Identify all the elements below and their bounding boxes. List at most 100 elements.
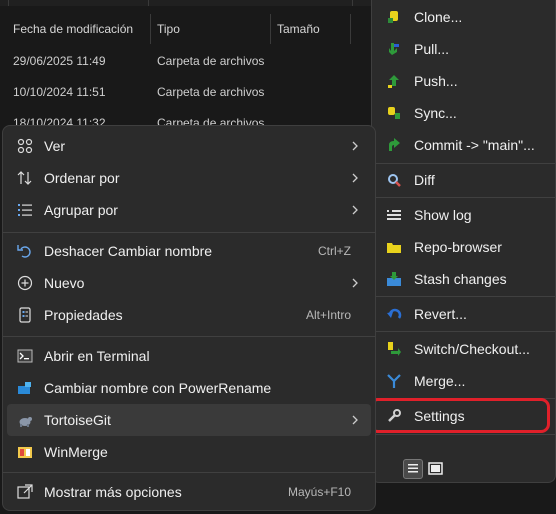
sort-icon [17, 171, 32, 185]
submenu-item-label: Merge... [414, 373, 466, 389]
push-icon [388, 75, 399, 88]
submenu-item-label: Clone... [414, 9, 463, 25]
table-row[interactable]: 10/10/2024 11:51 Carpeta de archivos [0, 81, 390, 103]
submenu-item-label: Settings [414, 408, 465, 424]
menu-item-label: Nuevo [44, 275, 85, 291]
pull-icon [389, 43, 399, 55]
column-headers: Fecha de modificación Tipo Tamaño [0, 14, 390, 44]
submenu-item-commit[interactable]: Commit -> "main"... [376, 129, 552, 161]
chevron-right-icon [352, 141, 358, 151]
sync-icon [388, 107, 400, 119]
submenu-item-label: Diff [414, 172, 435, 188]
menu-item-winmerge[interactable]: WinMerge [7, 436, 371, 468]
menu-item-abrir-terminal[interactable]: Abrir en Terminal [7, 340, 371, 372]
chevron-right-icon [352, 173, 358, 183]
chevron-right-icon [352, 415, 358, 425]
properties-icon [19, 307, 31, 323]
column-header-type[interactable]: Tipo [151, 14, 271, 44]
chevron-right-icon [352, 278, 358, 288]
menu-item-mostrar-mas-opciones[interactable]: Mostrar más opciones Mayús+F10 [7, 476, 371, 508]
submenu-separator [372, 331, 555, 332]
submenu-item-switch[interactable]: Switch/Checkout... [376, 333, 552, 365]
menu-item-label: Abrir en Terminal [44, 348, 150, 364]
group-icon [18, 204, 32, 216]
context-menu: Ver Ordenar por Agrupar por Deshacer Cam… [2, 125, 376, 511]
menu-item-shortcut: Mayús+F10 [287, 485, 351, 499]
submenu-item-label: Push... [414, 73, 458, 89]
submenu-item-label: Pull... [414, 41, 450, 57]
tiles-view-button[interactable] [426, 459, 446, 479]
menu-separator [3, 232, 375, 233]
revert-icon [387, 308, 402, 319]
row-type: Carpeta de archivos [157, 85, 265, 99]
view-toggle-group [403, 459, 447, 479]
menu-item-shortcut: Ctrl+Z [318, 244, 351, 258]
table-row[interactable]: 29/06/2025 11:49 Carpeta de archivos [0, 50, 390, 72]
menu-item-nuevo[interactable]: Nuevo [7, 267, 371, 299]
submenu-item-label: Stash changes [414, 271, 507, 287]
row-date: 10/10/2024 11:51 [13, 85, 106, 99]
submenu-item-push[interactable]: Push... [376, 65, 552, 97]
more-options-icon [17, 484, 33, 499]
menu-item-powerrename[interactable]: Cambiar nombre con PowerRename [7, 372, 371, 404]
tortoisegit-submenu: Clone... Pull... Push... Sync... Commit … [371, 0, 556, 483]
stash-icon [387, 272, 401, 286]
tiles-view-icon [428, 462, 443, 475]
row-date: 29/06/2025 11:49 [13, 54, 106, 68]
submenu-item-label: Commit -> "main"... [414, 137, 535, 153]
submenu-item-sync[interactable]: Sync... [376, 97, 552, 129]
menu-item-label: Cambiar nombre con PowerRename [44, 380, 272, 396]
switch-icon [388, 342, 401, 356]
clone-icon [388, 11, 398, 23]
menu-item-label: WinMerge [44, 444, 108, 460]
submenu-item-merge[interactable]: Merge... [376, 365, 552, 397]
menu-item-agrupar-por[interactable]: Agrupar por [7, 194, 371, 226]
menu-separator [3, 472, 375, 473]
powerrename-icon [18, 382, 31, 394]
submenu-item-diff[interactable]: Diff [376, 164, 552, 196]
chevron-right-icon [352, 205, 358, 215]
terminal-icon [17, 349, 33, 363]
undo-icon [17, 245, 31, 258]
menu-item-label: Mostrar más opciones [44, 484, 182, 500]
details-view-icon [408, 464, 418, 473]
submenu-item-repo-browser[interactable]: Repo-browser [376, 231, 552, 263]
menu-item-label: Deshacer Cambiar nombre [44, 243, 213, 259]
column-header-date[interactable]: Fecha de modificación [7, 14, 151, 44]
details-view-button[interactable] [403, 459, 423, 479]
row-type: Carpeta de archivos [157, 54, 265, 68]
tortoisegit-icon [19, 417, 32, 427]
submenu-item-revert[interactable]: Revert... [376, 298, 552, 330]
submenu-item-label: Switch/Checkout... [414, 341, 530, 357]
repo-browser-icon [387, 243, 401, 253]
menu-item-ver[interactable]: Ver [7, 130, 371, 162]
menu-item-label: Ordenar por [44, 170, 120, 186]
grid-icon [17, 138, 33, 154]
submenu-item-label: Repo-browser [414, 239, 502, 255]
menu-item-label: Agrupar por [44, 202, 118, 218]
submenu-item-show-log[interactable]: Show log [376, 199, 552, 231]
menu-item-tortoisegit[interactable]: TortoiseGit [7, 404, 371, 436]
menu-item-label: Propiedades [44, 307, 123, 323]
submenu-item-settings[interactable]: Settings [376, 400, 552, 432]
submenu-separator [372, 197, 555, 198]
submenu-item-stash[interactable]: Stash changes [376, 263, 552, 295]
winmerge-icon [18, 447, 32, 458]
diff-icon [388, 174, 401, 187]
menu-item-shortcut: Alt+Intro [305, 308, 351, 322]
column-header-size[interactable]: Tamaño [271, 14, 351, 44]
merge-icon [387, 374, 401, 388]
submenu-item-label: Sync... [414, 105, 457, 121]
submenu-item-clone[interactable]: Clone... [376, 1, 552, 33]
menu-item-ordenar-por[interactable]: Ordenar por [7, 162, 371, 194]
log-icon [387, 209, 401, 220]
plus-icon [17, 275, 33, 291]
top-strip [0, 0, 390, 6]
menu-item-deshacer[interactable]: Deshacer Cambiar nombre Ctrl+Z [7, 235, 371, 267]
menu-separator [3, 336, 375, 337]
menu-item-propiedades[interactable]: Propiedades Alt+Intro [7, 299, 371, 331]
submenu-separator [372, 398, 555, 399]
menu-item-label: TortoiseGit [44, 412, 111, 428]
submenu-item-pull[interactable]: Pull... [376, 33, 552, 65]
screen: Fecha de modificación Tipo Tamaño 29/06/… [0, 0, 556, 514]
